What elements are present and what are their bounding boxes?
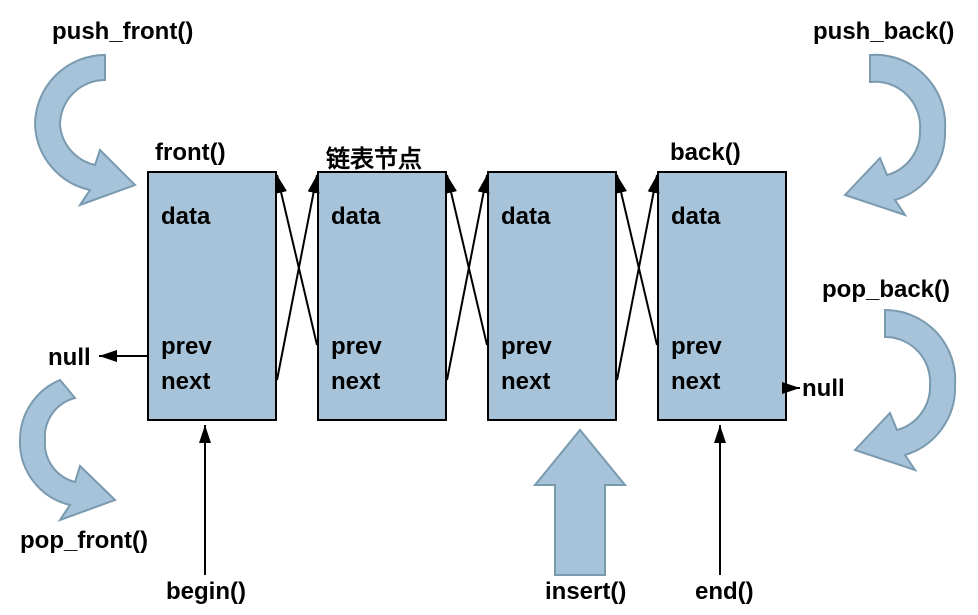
- linked-list-diagram: push_front() push_back() front() 链表节点 ba…: [0, 0, 978, 615]
- list-node: data prev next: [657, 171, 787, 421]
- list-node: data prev next: [147, 171, 277, 421]
- node-field-data: data: [501, 203, 550, 231]
- node-field-prev: prev: [161, 333, 212, 361]
- node-field-data: data: [161, 203, 210, 231]
- label-pop-front: pop_front(): [20, 527, 148, 555]
- node-field-prev: prev: [331, 333, 382, 361]
- label-node-title: 链表节点: [326, 139, 422, 174]
- label-begin: begin(): [166, 578, 246, 606]
- label-insert: insert(): [545, 578, 626, 606]
- list-node: data prev next: [317, 171, 447, 421]
- node-field-next: next: [671, 368, 720, 396]
- node-field-next: next: [331, 368, 380, 396]
- node-field-data: data: [671, 203, 720, 231]
- node-field-next: next: [501, 368, 550, 396]
- label-pop-back: pop_back(): [822, 276, 950, 304]
- node-field-prev: prev: [671, 333, 722, 361]
- label-back: back(): [670, 139, 741, 167]
- label-front: front(): [155, 139, 226, 167]
- node-field-next: next: [161, 368, 210, 396]
- label-null-right: null: [802, 375, 845, 403]
- label-push-back: push_back(): [813, 18, 954, 46]
- node-field-data: data: [331, 203, 380, 231]
- label-end: end(): [695, 578, 754, 606]
- label-null-left: null: [48, 344, 91, 372]
- list-node: data prev next: [487, 171, 617, 421]
- node-field-prev: prev: [501, 333, 552, 361]
- label-push-front: push_front(): [52, 18, 193, 46]
